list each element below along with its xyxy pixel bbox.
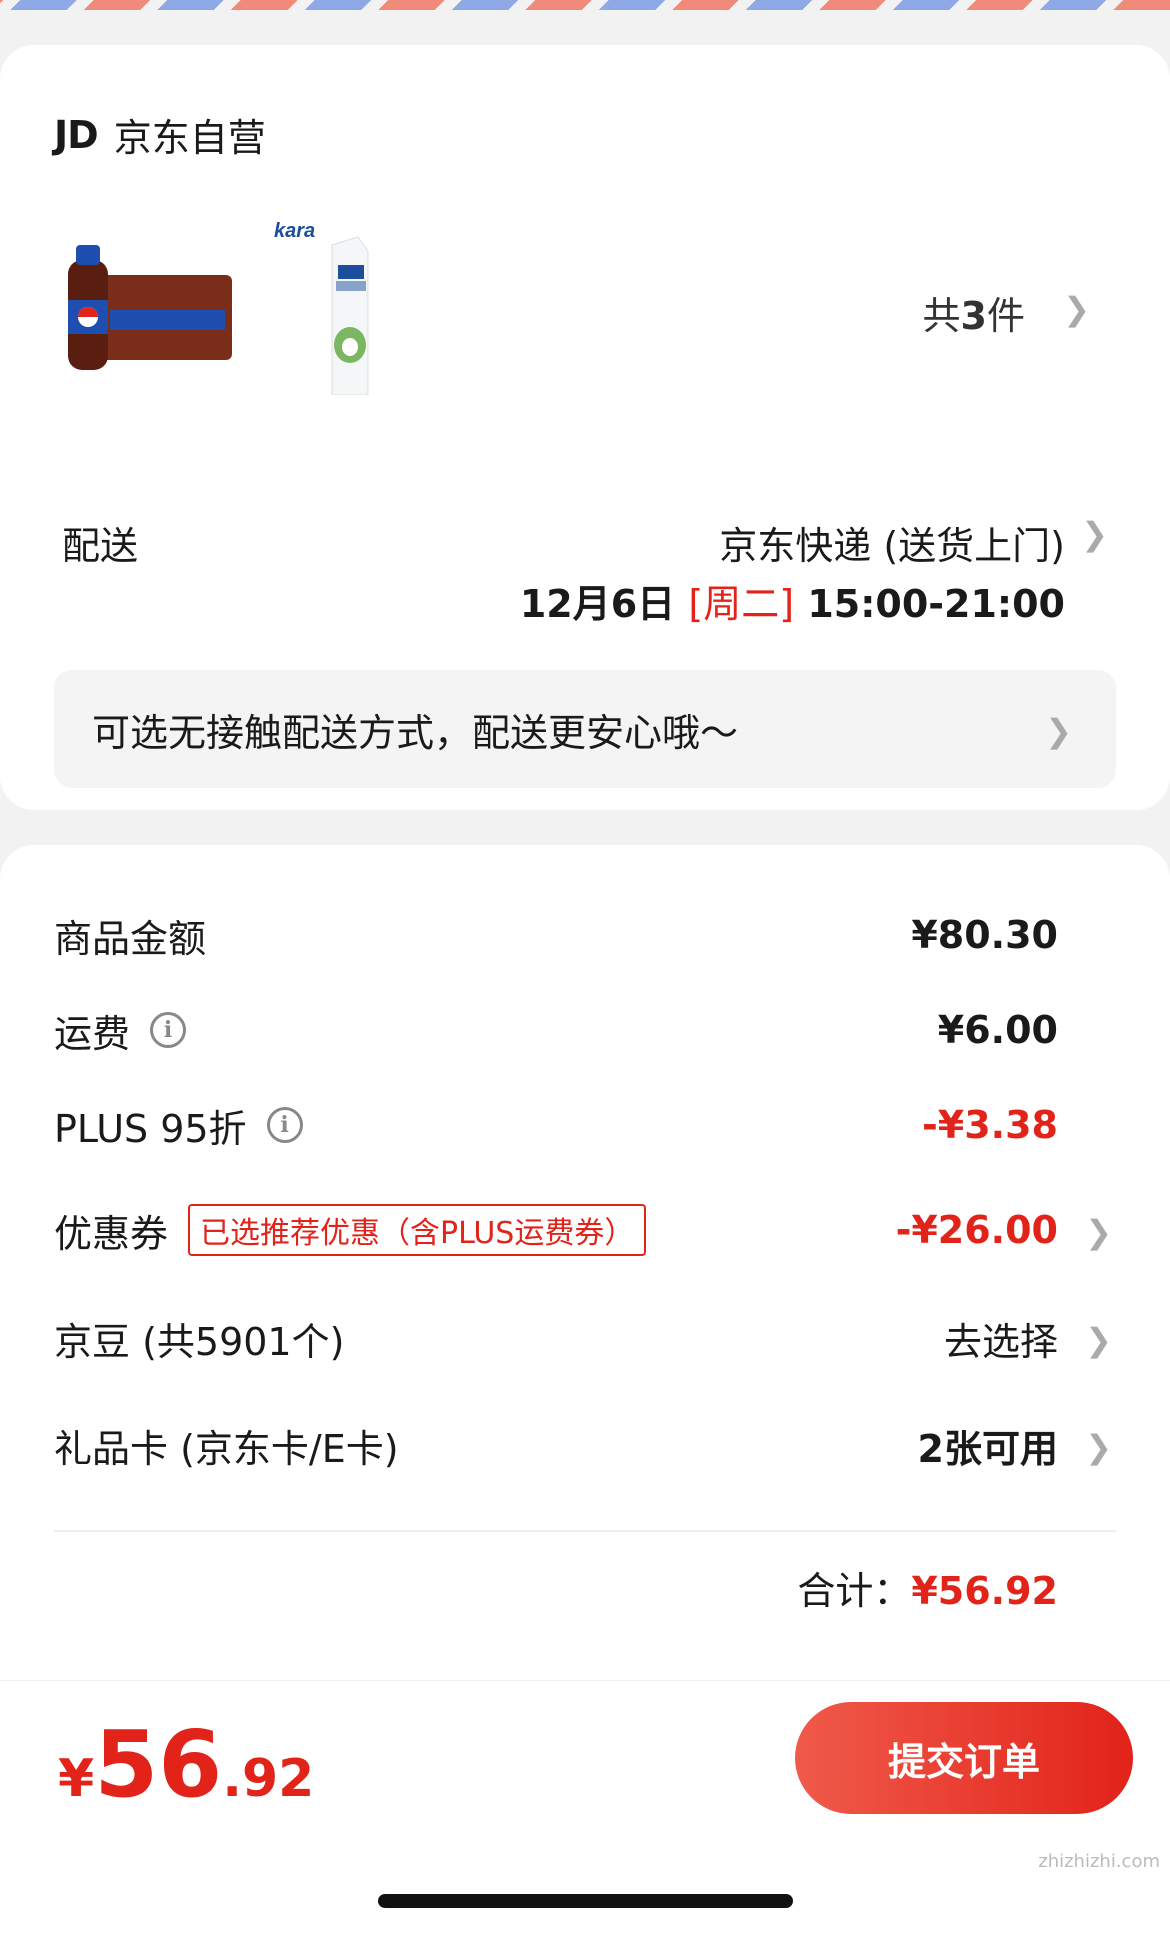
product-image-kara-coco[interactable]: kara bbox=[270, 215, 410, 395]
fee-card: 商品金额 ¥80.30 运费 i ¥6.00 PLUS 95折 i -¥3.38… bbox=[0, 845, 1170, 1680]
total-value: ¥56.92 bbox=[911, 1569, 1058, 1613]
plus-discount-value: -¥3.38 bbox=[922, 1103, 1058, 1147]
svg-text:kara: kara bbox=[274, 220, 315, 242]
submit-order-button[interactable]: 提交订单 bbox=[795, 1702, 1133, 1814]
plus-discount-label: PLUS 95折 bbox=[54, 1106, 247, 1151]
gift-card-value: 2张可用 bbox=[917, 1426, 1058, 1471]
chevron-right-icon[interactable]: ❯ bbox=[1063, 290, 1090, 328]
delivery-weekday: [周二] bbox=[688, 582, 795, 626]
delivery-time[interactable]: 12月6日 [周二] 15:00-21:00 bbox=[520, 573, 1065, 628]
plus-discount-row: PLUS 95折 i -¥3.38 bbox=[54, 1090, 1170, 1160]
coupon-tag: 已选推荐优惠（含PLUS运费券） bbox=[188, 1204, 647, 1256]
shipping-fee-row: 运费 i ¥6.00 bbox=[54, 995, 1170, 1065]
gift-card-row[interactable]: 礼品卡 (京东卡/E卡) 2张可用 ❯ bbox=[54, 1410, 1170, 1480]
jingdou-value: 去选择 bbox=[943, 1319, 1058, 1364]
divider bbox=[54, 1530, 1116, 1532]
price-currency: ¥ bbox=[58, 1749, 95, 1809]
coupon-label: 优惠券 bbox=[54, 1211, 169, 1256]
chevron-right-icon: ❯ bbox=[1085, 1213, 1112, 1251]
chevron-right-icon: ❯ bbox=[1045, 712, 1072, 750]
goods-amount-row: 商品金额 ¥80.30 bbox=[54, 900, 1170, 970]
total-summary: 合计：¥56.92 bbox=[797, 1560, 1058, 1615]
delivery-date: 12月6日 bbox=[519, 582, 676, 626]
gift-card-label: 礼品卡 (京东卡/E卡) bbox=[54, 1426, 399, 1471]
jingdou-label: 京豆 (共5901个) bbox=[54, 1319, 345, 1364]
jingdou-row[interactable]: 京豆 (共5901个) 去选择 ❯ bbox=[54, 1303, 1170, 1373]
shipping-fee-value: ¥6.00 bbox=[937, 1008, 1058, 1052]
shop-header[interactable]: JD 京东自营 bbox=[54, 107, 266, 162]
bottom-bar: ¥56.92 提交订单 zhizhizhi.com bbox=[0, 1680, 1170, 1935]
goods-amount-value: ¥80.30 bbox=[911, 913, 1058, 957]
product-image-pepsi[interactable] bbox=[62, 215, 242, 395]
total-label: 合计： bbox=[797, 1569, 912, 1613]
info-icon[interactable]: i bbox=[150, 1012, 187, 1048]
watermark: zhizhizhi.com bbox=[1038, 1851, 1160, 1872]
delivery-time-window: 15:00-21:00 bbox=[807, 582, 1065, 626]
contactless-delivery-option[interactable]: 可选无接触配送方式，配送更安心哦～ ❯ bbox=[54, 670, 1116, 788]
chevron-right-icon: ❯ bbox=[1085, 1321, 1112, 1359]
notice-text: 可选无接触配送方式，配送更安心哦～ bbox=[92, 710, 739, 755]
order-card: JD 京东自营 kara 共3件 ❯ 配送 京东快递 (送货上门) ❯ 12月6… bbox=[0, 45, 1170, 810]
item-count-number: 3 bbox=[960, 294, 987, 338]
airmail-border bbox=[0, 0, 1170, 10]
home-indicator[interactable] bbox=[378, 1894, 793, 1908]
price-integer: 56 bbox=[94, 1711, 223, 1818]
price-decimal: .92 bbox=[222, 1749, 315, 1809]
info-icon[interactable]: i bbox=[266, 1107, 303, 1143]
payable-price: ¥56.92 bbox=[58, 1711, 314, 1818]
delivery-label: 配送 bbox=[62, 524, 139, 568]
coupon-row[interactable]: 优惠券 已选推荐优惠（含PLUS运费券） -¥26.00 ❯ bbox=[54, 1195, 1170, 1265]
jd-logo: JD bbox=[54, 112, 99, 157]
goods-amount-label: 商品金额 bbox=[54, 916, 207, 961]
coupon-value: -¥26.00 bbox=[895, 1208, 1058, 1252]
shop-name: 京东自营 bbox=[113, 116, 266, 160]
shipping-fee-label: 运费 bbox=[54, 1011, 131, 1056]
item-count[interactable]: 共3件 bbox=[923, 285, 1025, 340]
chevron-right-icon[interactable]: ❯ bbox=[1081, 515, 1108, 553]
chevron-right-icon: ❯ bbox=[1085, 1428, 1112, 1466]
delivery-method[interactable]: 京东快递 (送货上门) bbox=[719, 515, 1065, 570]
item-count-prefix: 共 bbox=[922, 294, 961, 338]
item-count-suffix: 件 bbox=[986, 294, 1025, 338]
